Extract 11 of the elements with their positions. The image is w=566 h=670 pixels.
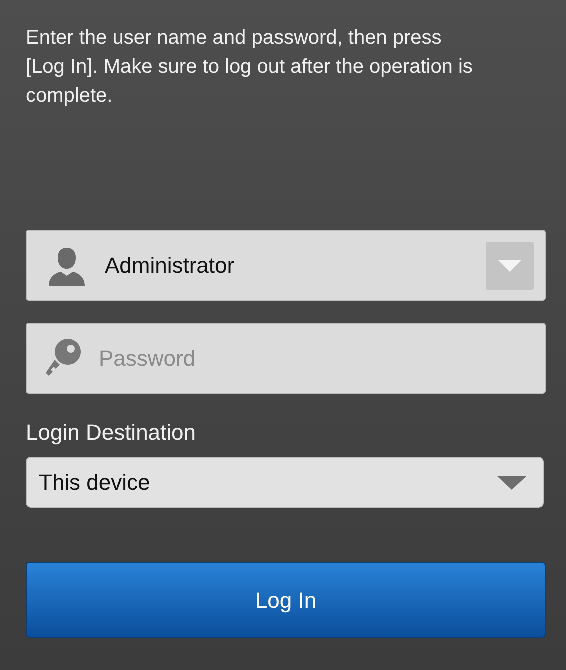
user-select[interactable]: Administrator — [26, 230, 546, 301]
caret-icon — [497, 476, 527, 490]
caret-icon — [498, 260, 522, 272]
login-button[interactable]: Log In — [26, 562, 546, 638]
destination-select[interactable]: This device — [26, 457, 544, 508]
destination-value: This device — [39, 469, 152, 497]
instruction-text: Enter the user name and password, then press [Log In]. Make sure to log out after the operation is complete. — [26, 26, 474, 109]
user-name: Administrator — [105, 252, 236, 280]
destination-label: Login Destination — [26, 419, 198, 447]
dropdown-button[interactable] — [486, 242, 534, 290]
password-field[interactable]: Password — [26, 323, 546, 394]
